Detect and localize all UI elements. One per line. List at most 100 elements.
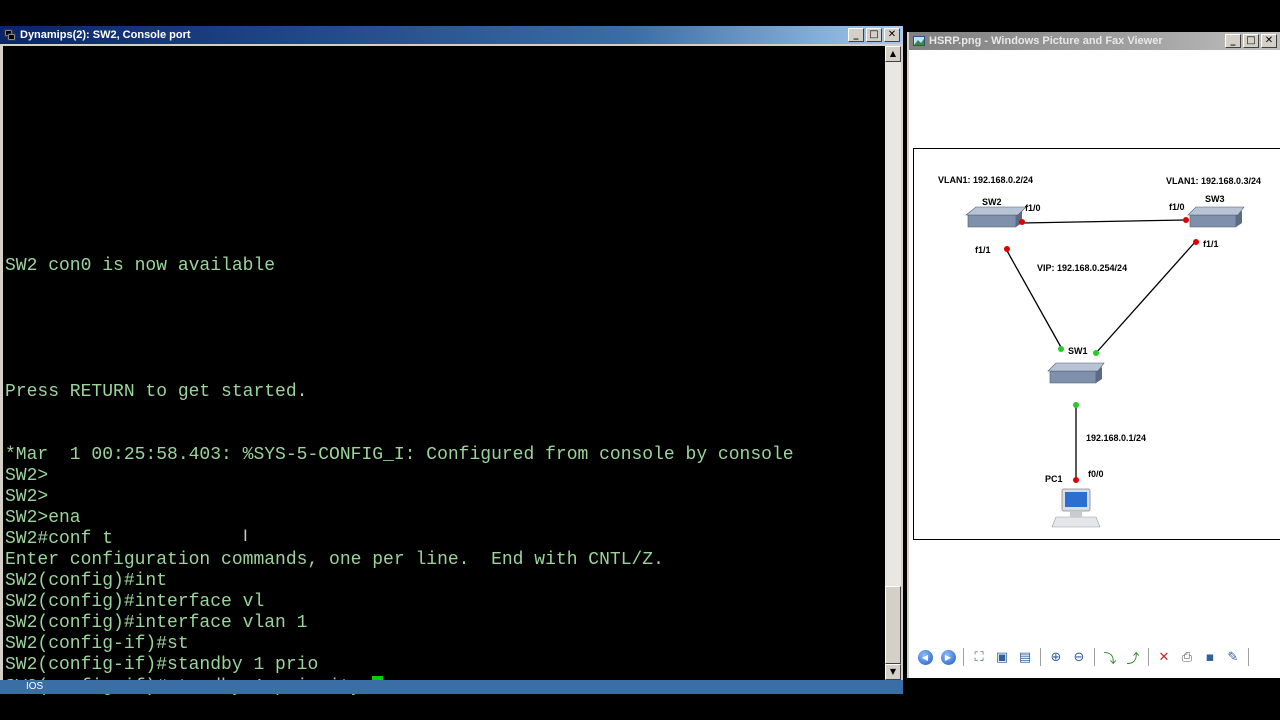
- terminal-scrollbar[interactable]: ▲ ▼: [885, 46, 901, 680]
- terminal-line: SW2(config-if)#st: [5, 634, 189, 654]
- previous-icon: ◀: [917, 649, 933, 665]
- actual-size-icon: ▣: [995, 649, 1009, 665]
- save-icon: ▪: [1205, 649, 1215, 665]
- pc1-computer-icon: [1051, 488, 1101, 528]
- sw2-label: SW2: [982, 197, 1002, 207]
- switch-sw1-icon: [1047, 362, 1105, 384]
- zoom-out-button[interactable]: ⊖: [1069, 647, 1089, 667]
- link-sw3-sw1: [1095, 240, 1197, 354]
- viewer-minimize-button[interactable]: _: [1225, 34, 1241, 48]
- toolbar-separator: [1040, 648, 1041, 666]
- slideshow-button[interactable]: ▤: [1015, 647, 1035, 667]
- terminal-line: SW2(config-if)#standby 1 prio: [5, 655, 319, 675]
- toolbar-separator: [1094, 648, 1095, 666]
- sw3-f1-1-port-down: [1193, 239, 1199, 245]
- terminal-title: Dynamips(2): SW2, Console port: [20, 29, 191, 41]
- image-canvas[interactable]: VLAN1: 192.168.0.2/24 VLAN1: 192.168.0.3…: [913, 148, 1280, 540]
- next-image-button[interactable]: ▶: [938, 647, 958, 667]
- terminal-line: SW2>ena: [5, 508, 81, 528]
- viewer-maximize-button[interactable]: □: [1243, 34, 1259, 48]
- sw1-port-up-bottom: [1073, 402, 1079, 408]
- hsrp-topology-diagram: VLAN1: 192.168.0.2/24 VLAN1: 192.168.0.3…: [938, 175, 1261, 528]
- viewer-close-button[interactable]: ✕: [1261, 34, 1277, 48]
- toolbar-separator: [1148, 648, 1149, 666]
- terminal-line: Press RETURN to get started.: [5, 382, 308, 402]
- terminal-titlebar[interactable]: Dynamips(2): SW2, Console port _ □ ✕: [0, 26, 903, 44]
- putty-icon: [4, 29, 16, 41]
- terminal-screen[interactable]: SW2 con0 is now available Press RETURN to…: [3, 46, 885, 704]
- sw3-f1-0-port-down: [1183, 217, 1189, 223]
- terminal-output: SW2 con0 is now available Press RETURN to…: [5, 46, 794, 697]
- viewer-titlebar[interactable]: HSRP.png - Windows Picture and Fax Viewe…: [909, 32, 1280, 50]
- zoom-in-button[interactable]: ⊕: [1046, 647, 1066, 667]
- picture-viewer-window: HSRP.png - Windows Picture and Fax Viewe…: [907, 32, 1280, 678]
- rotate-counterclockwise-button[interactable]: ⤴: [1123, 647, 1143, 667]
- terminal-line: SW2 con0 is now available: [5, 256, 276, 276]
- text-cursor-icon: I: [243, 526, 248, 545]
- minimize-button[interactable]: _: [848, 28, 864, 42]
- sw1-port-up-left: [1058, 346, 1064, 352]
- toolbar-separator: [963, 648, 964, 666]
- scroll-up-button[interactable]: ▲: [885, 46, 901, 62]
- terminal-line: SW2(config)#interface vlan 1: [5, 613, 308, 633]
- switch-sw2-icon: [965, 206, 1027, 228]
- vip-label: VIP: 192.168.0.254/24: [1037, 263, 1127, 273]
- sw3-port-f1-0-label: f1/0: [1169, 202, 1185, 212]
- sw2-port-f1-1-label: f1/1: [975, 245, 991, 255]
- sw3-label: SW3: [1205, 194, 1225, 204]
- close-button[interactable]: ✕: [884, 28, 900, 42]
- best-fit-icon: ⛶: [974, 649, 984, 665]
- zoom-out-icon: ⊖: [1073, 649, 1085, 665]
- picture-viewer-icon: [913, 36, 925, 46]
- sw1-port-up-right: [1093, 350, 1099, 356]
- terminal-window: Dynamips(2): SW2, Console port _ □ ✕ SW2…: [0, 26, 903, 704]
- delete-button[interactable]: ✕: [1154, 647, 1174, 667]
- sw2-port-f1-0-label: f1/0: [1025, 203, 1041, 213]
- pc1-f0-0-port-down: [1073, 477, 1079, 483]
- print-icon: ⎙: [1181, 649, 1193, 665]
- delete-icon: ✕: [1158, 649, 1170, 665]
- terminal-line: SW2(config)#int: [5, 571, 168, 591]
- switch-sw3-icon: [1187, 206, 1245, 228]
- best-fit-button[interactable]: ⛶: [969, 647, 989, 667]
- scroll-down-button[interactable]: ▼: [885, 664, 901, 680]
- edit-icon: ✎: [1227, 649, 1239, 665]
- viewer-toolbar: ◀ ▶ ⛶ ▣ ▤ ⊕ ⊖ ⤵ ⤴ ✕ ⎙ ▪ ✎: [909, 644, 1280, 670]
- sw3-port-f1-1-label: f1/1: [1203, 239, 1219, 249]
- zoom-in-icon: ⊕: [1050, 649, 1062, 665]
- previous-image-button[interactable]: ◀: [915, 647, 935, 667]
- actual-size-button[interactable]: ▣: [992, 647, 1012, 667]
- terminal-line: SW2#conf t: [5, 529, 114, 549]
- maximize-button[interactable]: □: [866, 28, 882, 42]
- print-button[interactable]: ⎙: [1177, 647, 1197, 667]
- pc1-port-label: f0/0: [1088, 469, 1104, 479]
- rotate-clockwise-icon: ⤵: [1103, 651, 1117, 667]
- terminal-line: Enter configuration commands, one per li…: [5, 550, 664, 570]
- save-button[interactable]: ▪: [1200, 647, 1220, 667]
- sw2-vlan-label: VLAN1: 192.168.0.2/24: [938, 175, 1033, 185]
- sw2-f1-0-port-down: [1019, 219, 1025, 225]
- terminal-line: SW2(config)#interface vl: [5, 592, 265, 612]
- sw2-f1-1-port-down: [1004, 246, 1010, 252]
- status-label: IOS: [26, 681, 44, 692]
- scroll-thumb[interactable]: [885, 586, 901, 664]
- pc1-ip-label: 192.168.0.1/24: [1086, 433, 1146, 443]
- link-sw2-sw3: [1021, 219, 1187, 224]
- rotate-clockwise-button[interactable]: ⤵: [1100, 647, 1120, 667]
- pc1-label: PC1: [1045, 474, 1063, 484]
- terminal-line: SW2>: [5, 487, 49, 507]
- edit-button[interactable]: ✎: [1223, 647, 1243, 667]
